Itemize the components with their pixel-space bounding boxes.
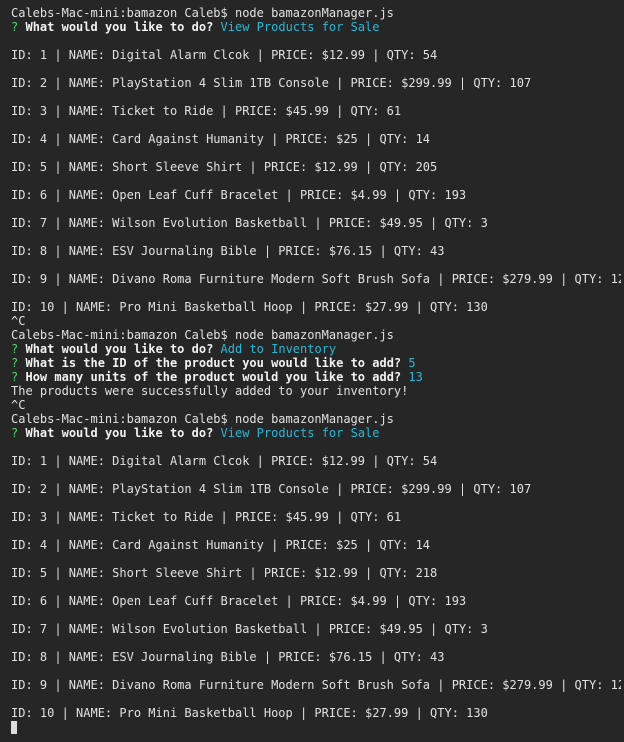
inquirer-prompt: ? What is the ID of the product you woul…	[11, 356, 621, 370]
terminal-output[interactable]: Calebs-Mac-mini:bamazon Caleb$ node bama…	[11, 6, 621, 734]
product-row: ID: 9 | NAME: Divano Roma Furniture Mode…	[11, 678, 621, 692]
prompt-question: What would you like to do?	[25, 342, 214, 356]
product-row: ID: 2 | NAME: PlayStation 4 Slim 1TB Con…	[11, 482, 532, 496]
product-row: ID: 5 | NAME: Short Sleeve Shirt | PRICE…	[11, 566, 438, 580]
question-mark-icon: ?	[11, 356, 19, 370]
output-text: ^C	[11, 398, 26, 412]
product-row: ID: 8 | NAME: ESV Journaling Bible | PRI…	[11, 244, 445, 258]
question-mark-icon: ?	[11, 426, 19, 440]
product-row: ID: 9 | NAME: Divano Roma Furniture Mode…	[11, 272, 621, 286]
question-mark-icon: ?	[11, 20, 19, 34]
product-row: ID: 4 | NAME: Card Against Humanity | PR…	[11, 132, 431, 146]
prompt-answer: 5	[408, 356, 416, 370]
question-mark-icon: ?	[11, 342, 19, 356]
shell-command-line: Calebs-Mac-mini:bamazon Caleb$ node bama…	[11, 328, 394, 342]
product-row: ID: 3 | NAME: Ticket to Ride | PRICE: $4…	[11, 104, 402, 118]
prompt-answer: View Products for Sale	[220, 20, 380, 34]
product-row: ID: 8 | NAME: ESV Journaling Bible | PRI…	[11, 650, 445, 664]
inquirer-prompt: ? What would you like to do? View Produc…	[11, 20, 621, 34]
shell-command-line: Calebs-Mac-mini:bamazon Caleb$ node bama…	[11, 412, 394, 426]
inquirer-prompt: ? How many units of the product would yo…	[11, 370, 621, 384]
prompt-answer: Add to Inventory	[220, 342, 337, 356]
product-row: ID: 6 | NAME: Open Leaf Cuff Bracelet | …	[11, 188, 467, 202]
inquirer-prompt: ? What would you like to do? View Produc…	[11, 426, 621, 440]
question-mark-icon: ?	[11, 370, 19, 384]
product-row: ID: 10 | NAME: Pro Mini Basketball Hoop …	[11, 300, 488, 314]
product-row: ID: 1 | NAME: Digital Alarm Clcok | PRIC…	[11, 454, 438, 468]
output-text: The products were successfully added to …	[11, 384, 409, 398]
prompt-answer: 13	[408, 370, 423, 384]
product-row: ID: 3 | NAME: Ticket to Ride | PRICE: $4…	[11, 510, 402, 524]
text-cursor-icon[interactable]	[11, 721, 17, 734]
prompt-question: What would you like to do?	[25, 20, 214, 34]
product-row: ID: 1 | NAME: Digital Alarm Clcok | PRIC…	[11, 48, 438, 62]
product-row: ID: 7 | NAME: Wilson Evolution Basketbal…	[11, 216, 488, 230]
prompt-question: How many units of the product would you …	[25, 370, 402, 384]
product-row: ID: 4 | NAME: Card Against Humanity | PR…	[11, 538, 431, 552]
prompt-answer: View Products for Sale	[220, 426, 380, 440]
inquirer-prompt: ? What would you like to do? Add to Inve…	[11, 342, 621, 356]
product-row: ID: 10 | NAME: Pro Mini Basketball Hoop …	[11, 706, 488, 720]
product-row: ID: 7 | NAME: Wilson Evolution Basketbal…	[11, 622, 488, 636]
prompt-question: What is the ID of the product you would …	[25, 356, 402, 370]
product-row: ID: 5 | NAME: Short Sleeve Shirt | PRICE…	[11, 160, 438, 174]
prompt-question: What would you like to do?	[25, 426, 214, 440]
cursor-line	[11, 720, 621, 734]
product-row: ID: 6 | NAME: Open Leaf Cuff Bracelet | …	[11, 594, 467, 608]
output-text: ^C	[11, 314, 26, 328]
product-row: ID: 2 | NAME: PlayStation 4 Slim 1TB Con…	[11, 76, 532, 90]
shell-command-line: Calebs-Mac-mini:bamazon Caleb$ node bama…	[11, 6, 394, 20]
